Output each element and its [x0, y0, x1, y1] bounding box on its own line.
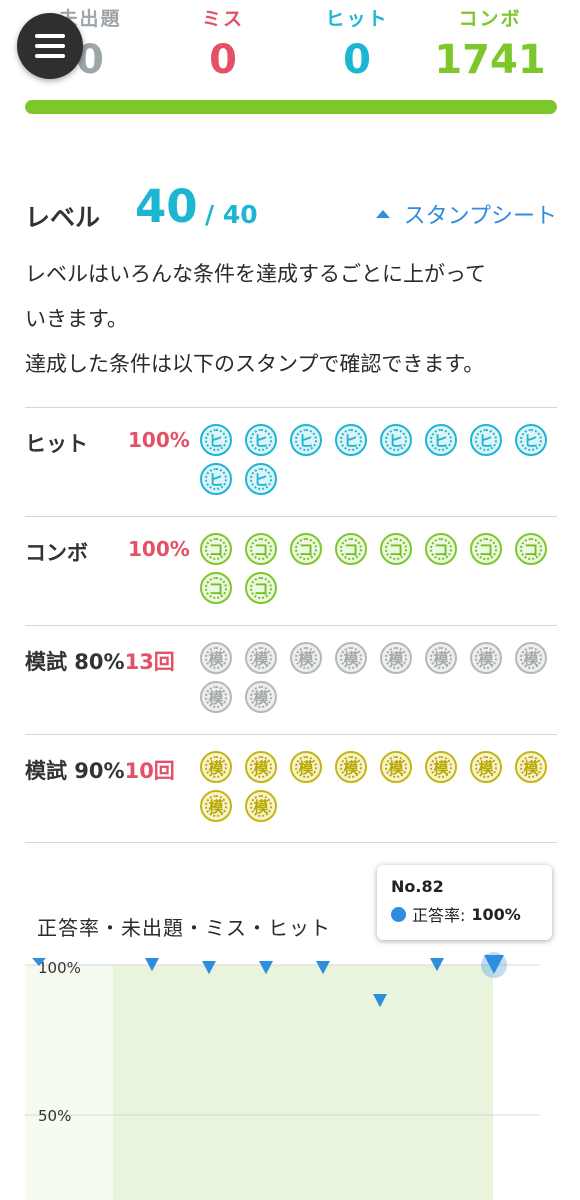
chart-tooltip: No.82 正答率: 100% — [377, 865, 552, 940]
hit-stamp-icon: ヒ — [290, 424, 322, 456]
combo-stamp-icon: コ — [470, 533, 502, 565]
stamp-list: 模模模模模模模模模模 — [200, 642, 560, 713]
mock80-stamp-icon: 模 — [380, 642, 412, 674]
tooltip-row: 正答率: 100% — [391, 902, 538, 926]
stamp-row-mock80: 模試 80%13回 模模模模模模模模模模 — [25, 625, 557, 734]
tooltip-value: 100% — [471, 904, 521, 924]
mock80-stamp-icon: 模 — [335, 642, 367, 674]
stat-miss-value: 0 — [209, 37, 237, 83]
y-tick-100: 100% — [38, 959, 81, 977]
combo-stamp-icon: コ — [515, 533, 547, 565]
row-value: 10回 — [124, 759, 175, 783]
stamp-row-combo: コンボ 100% ココココココココココ — [25, 516, 557, 625]
accuracy-chart[interactable]: 100% 50% — [0, 940, 580, 1200]
chart-title: 正答率・未出題・ミス・ヒット — [37, 916, 331, 940]
mock90-stamp-icon: 模 — [200, 751, 232, 783]
description-line: いきます。 — [25, 307, 128, 331]
hamburger-icon-bar — [35, 54, 65, 58]
stamp-table: ヒット 100% ヒヒヒヒヒヒヒヒヒヒ コンボ 100% ココココココココココ … — [25, 407, 557, 843]
hamburger-icon — [35, 34, 65, 38]
mock80-stamp-icon: 模 — [200, 681, 232, 713]
hit-stamp-icon: ヒ — [245, 424, 277, 456]
mock90-stamp-icon: 模 — [335, 751, 367, 783]
tooltip-title: No.82 — [391, 877, 444, 896]
stat-hit-label: ヒット — [325, 8, 389, 30]
stat-hit: ヒット 0 — [292, 4, 422, 87]
mock90-stamp-icon: 模 — [515, 751, 547, 783]
row-label: ヒット — [25, 432, 88, 456]
stamp-sheet-link[interactable]: スタンプシート — [375, 198, 557, 230]
row-value: 13回 — [124, 650, 175, 674]
stamp-list: ヒヒヒヒヒヒヒヒヒヒ — [200, 424, 560, 495]
combo-stamp-icon: コ — [245, 533, 277, 565]
mock90-stamp-icon: 模 — [425, 751, 457, 783]
stamp-row-hit: ヒット 100% ヒヒヒヒヒヒヒヒヒヒ — [25, 407, 557, 516]
row-label-text: 模試 90% — [25, 759, 125, 783]
stat-combo-label: コンボ — [458, 8, 522, 30]
mock90-stamp-icon: 模 — [470, 751, 502, 783]
row-label: 模試 80%13回 — [25, 646, 175, 676]
combo-stamp-icon: コ — [200, 533, 232, 565]
combo-stamp-icon: コ — [200, 572, 232, 604]
combo-stamp-icon: コ — [290, 533, 322, 565]
progress-bar — [25, 100, 557, 114]
description-line: 達成した条件は以下のスタンプで確認できます。 — [25, 352, 485, 376]
level-value: 40 — [135, 180, 198, 233]
hit-stamp-icon: ヒ — [200, 424, 232, 456]
mock90-stamp-icon: 模 — [245, 790, 277, 822]
level-max: / 40 — [205, 200, 258, 229]
stamp-row-mock90: 模試 90%10回 模模模模模模模模模模 — [25, 734, 557, 843]
mock80-stamp-icon: 模 — [290, 642, 322, 674]
stat-hit-value: 0 — [343, 37, 371, 83]
mock80-stamp-icon: 模 — [425, 642, 457, 674]
combo-stamp-icon: コ — [425, 533, 457, 565]
progress-fill — [25, 100, 557, 114]
series-dot-icon — [391, 906, 406, 922]
combo-stamp-icon: コ — [380, 533, 412, 565]
row-label-text: 模試 80% — [25, 650, 125, 674]
hit-stamp-icon: ヒ — [200, 463, 232, 495]
mock90-stamp-icon: 模 — [245, 751, 277, 783]
mock80-stamp-icon: 模 — [470, 642, 502, 674]
combo-stamp-icon: コ — [245, 572, 277, 604]
hit-stamp-icon: ヒ — [470, 424, 502, 456]
hit-stamp-icon: ヒ — [380, 424, 412, 456]
stat-combo: コンボ 1741 — [425, 4, 555, 87]
mock90-stamp-icon: 模 — [380, 751, 412, 783]
description-line: レベルはいろんな条件を達成するごとに上がって — [25, 262, 486, 286]
stat-miss-label: ミス — [201, 8, 244, 30]
y-tick-50: 50% — [38, 1107, 71, 1125]
level-row: レベル 40 / 40 スタンプシート — [25, 178, 557, 248]
hamburger-icon-bar — [35, 44, 65, 48]
stamp-sheet-link-label: スタンプシート — [403, 204, 557, 229]
mock80-stamp-icon: 模 — [200, 642, 232, 674]
mock90-stamp-icon: 模 — [290, 751, 322, 783]
level-label: レベル — [25, 203, 101, 232]
hit-stamp-icon: ヒ — [425, 424, 457, 456]
menu-button[interactable] — [17, 13, 83, 79]
hit-stamp-icon: ヒ — [245, 463, 277, 495]
row-label: 模試 90%10回 — [25, 755, 175, 785]
mock90-stamp-icon: 模 — [200, 790, 232, 822]
mock80-stamp-icon: 模 — [515, 642, 547, 674]
mock80-stamp-icon: 模 — [245, 681, 277, 713]
combo-stamp-icon: コ — [335, 533, 367, 565]
stamp-list: ココココココココココ — [200, 533, 560, 604]
hit-stamp-icon: ヒ — [515, 424, 547, 456]
level-description: レベルはいろんな条件を達成するごとに上がって いきます。 達成した条件は以下のス… — [25, 252, 560, 387]
chart-left-area — [25, 965, 113, 1200]
stat-combo-value: 1741 — [434, 37, 546, 83]
row-value: 100% — [128, 537, 190, 561]
stats-header: 未出題 0 ミス 0 ヒット 0 コンボ 1741 — [0, 0, 580, 100]
row-value: 100% — [128, 428, 190, 452]
row-label: コンボ — [25, 541, 88, 565]
tooltip-series: 正答率: — [412, 906, 466, 925]
mock80-stamp-icon: 模 — [245, 642, 277, 674]
hit-stamp-icon: ヒ — [335, 424, 367, 456]
stamp-list: 模模模模模模模模模模 — [200, 751, 560, 822]
stat-miss: ミス 0 — [158, 4, 288, 87]
caret-up-icon — [375, 210, 390, 218]
chart-main-area — [113, 965, 493, 1200]
